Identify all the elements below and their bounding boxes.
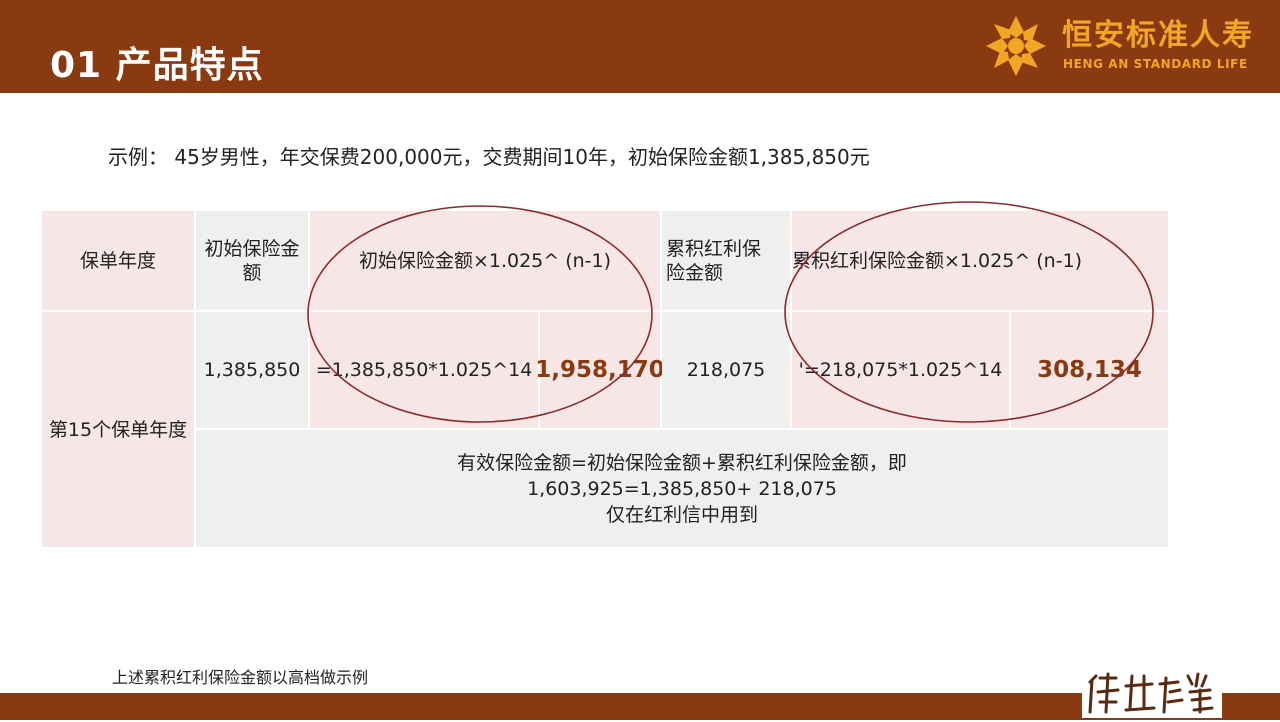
summary-line-1: 有效保险金额=初始保险金额+累积红利保险金额，即 (457, 451, 907, 474)
footnote: 上述累积红利保险金额以高档做示例 (112, 668, 369, 687)
example-description: 示例： 45岁男性，年交保费200,000元，交费期间10年，初始保险金额1,3… (108, 145, 870, 169)
row-policy-year: 第15个保单年度 (42, 312, 194, 547)
cell-bonus-calc: '=218,075*1.025^14 (792, 312, 1009, 428)
cell-bonus-amount: 218,075 (662, 312, 790, 428)
company-logo-icon (986, 16, 1046, 76)
header-initial-formula: 初始保险金额×1.025^ (n-1) (310, 211, 660, 310)
cell-initial-result: 1,958,170 (535, 312, 665, 428)
summary-cell: 有效保险金额=初始保险金额+累积红利保险金额，即 1,603,925=1,385… (196, 430, 1168, 547)
logo-english-name: HENG AN STANDARD LIFE (1063, 57, 1248, 71)
summary-line-2: 1,603,925=1,385,850+ 218,075 (527, 477, 837, 500)
header-bonus-formula: 累积红利保险金额×1.025^ (n-1) (792, 211, 1168, 310)
summary-line-3: 仅在红利信中用到 (605, 503, 758, 526)
calligraphy-stamp-icon (1082, 668, 1222, 718)
cell-initial-calc: =1,385,850*1.025^14 (310, 312, 538, 428)
header-bonus-amount: 累积红利保险金额 (662, 211, 790, 310)
cell-bonus-result: 308,134 (1011, 312, 1168, 428)
cell-initial-amount: 1,385,850 (196, 312, 308, 428)
header-initial-amount: 初始保险金额 (196, 211, 308, 310)
logo-chinese-name: 恒安标准人寿 (1062, 18, 1254, 53)
header-policy-year: 保单年度 (42, 211, 194, 310)
page-title: 01 产品特点 (50, 45, 264, 86)
